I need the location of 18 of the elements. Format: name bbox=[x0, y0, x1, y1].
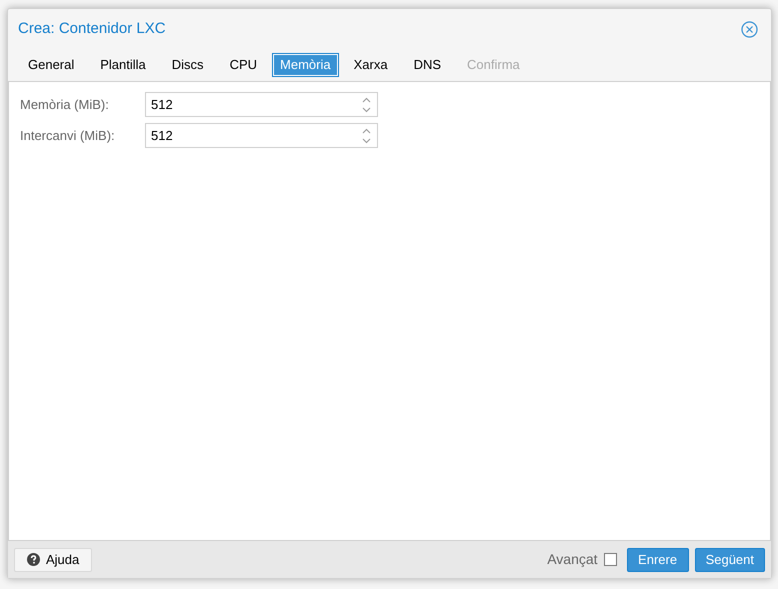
tab[interactable]: CPU bbox=[220, 54, 268, 76]
tab[interactable]: Xarxa bbox=[344, 54, 398, 76]
field-label: Memòria (MiB): bbox=[20, 96, 110, 114]
tab[interactable]: General bbox=[18, 54, 84, 76]
spinner-arrows-icon[interactable] bbox=[362, 128, 371, 144]
tab[interactable]: DNS bbox=[404, 54, 452, 76]
help-button[interactable]: Ajuda bbox=[14, 548, 92, 572]
help-icon bbox=[27, 553, 40, 566]
number-spinner-field[interactable]: 512 bbox=[145, 92, 378, 117]
tab[interactable]: Plantilla bbox=[90, 54, 156, 76]
advanced-checkbox[interactable] bbox=[604, 553, 617, 566]
advanced-label: Avançat bbox=[547, 550, 598, 569]
window-title: Crea: Contenidor LXC bbox=[18, 18, 166, 39]
close-icon[interactable] bbox=[741, 20, 758, 38]
number-spinner-field[interactable]: 512 bbox=[145, 123, 378, 148]
spinner-arrows-icon[interactable] bbox=[362, 96, 371, 112]
tab[interactable]: Discs bbox=[162, 54, 214, 76]
field-label: Intercanvi (MiB): bbox=[20, 126, 116, 145]
